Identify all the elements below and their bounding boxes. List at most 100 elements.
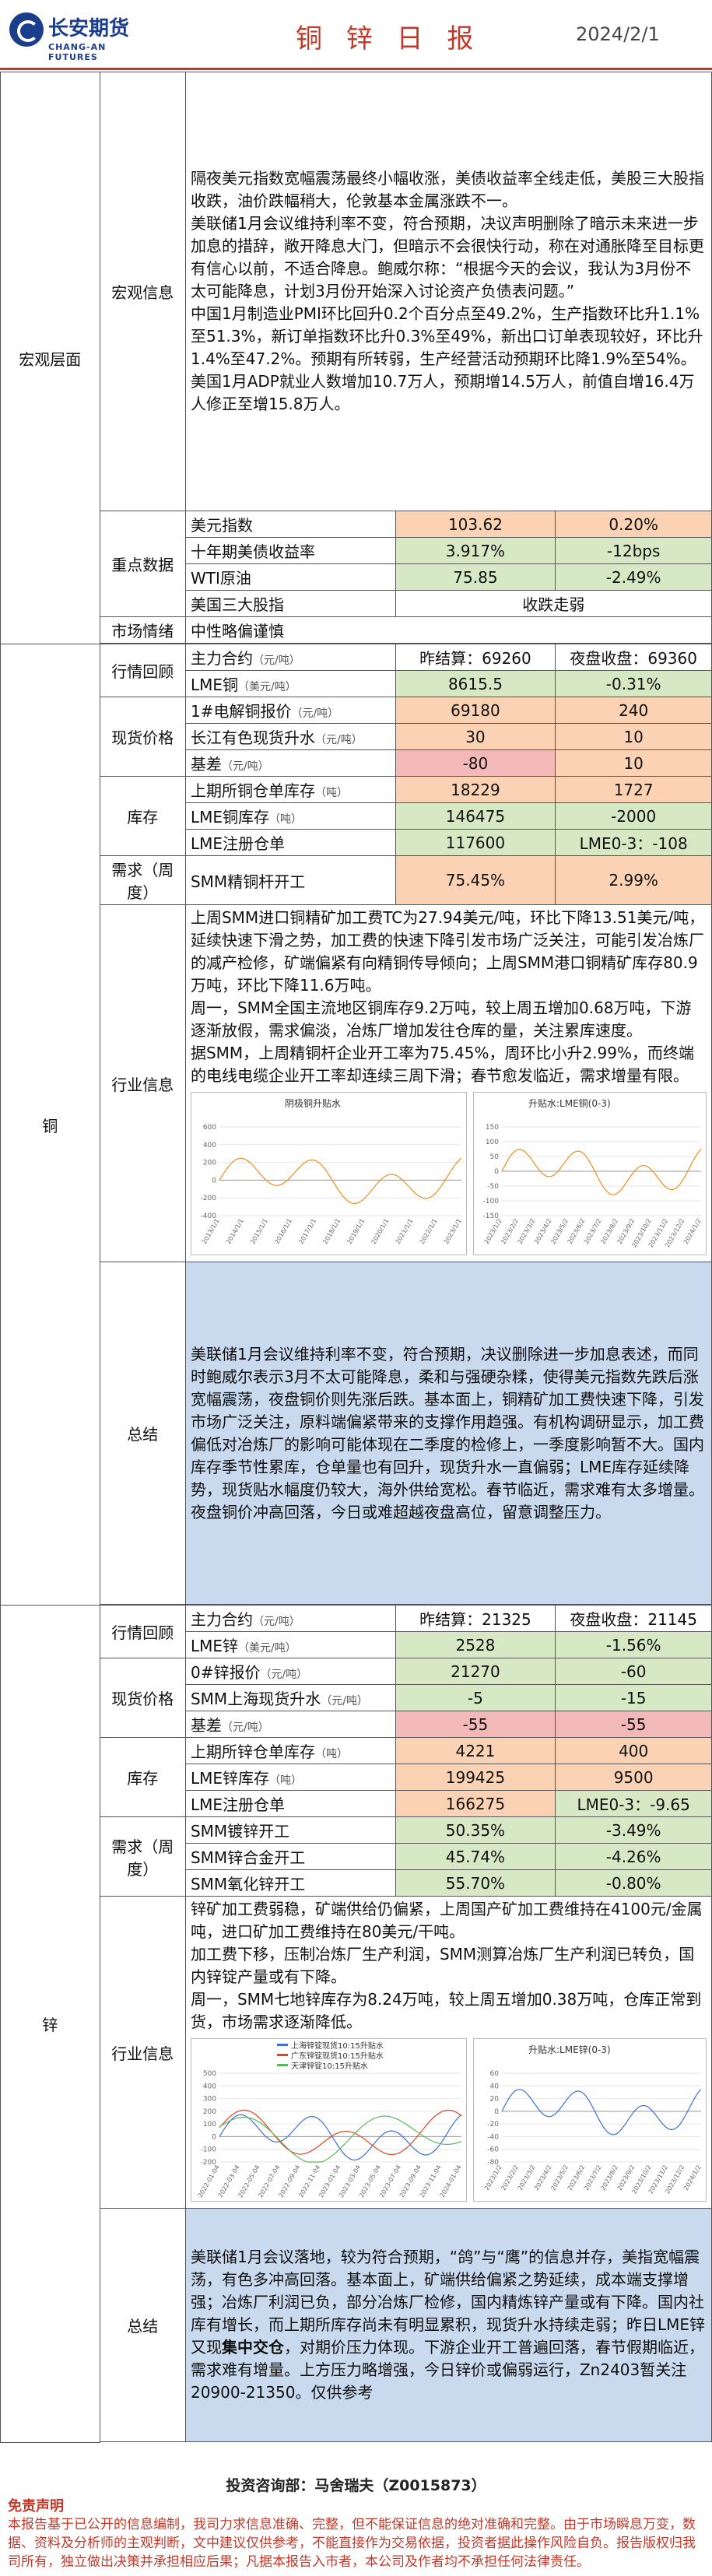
x-tick-label: 2015/1/1	[249, 1218, 269, 1246]
y-tick-label: 150	[486, 1124, 499, 1132]
chart-title: 阴极铜升贴水	[285, 1097, 341, 1109]
report-footer: 投资咨询部：马舍瑞夫（Z0015873） 免责声明 本报告基于已公开的信息编制，…	[0, 2446, 712, 2576]
macro-para: 美国1月ADP就业人数增加10.7万人，预期增14.5万人，前值自增16.4万人…	[190, 372, 695, 413]
spot-row-change: 10	[555, 749, 712, 777]
y-tick-label: 400	[203, 1142, 216, 1149]
spot-row-name: 基差（元/吨）	[184, 1711, 396, 1738]
spot-row-value: 21270	[395, 1658, 556, 1685]
stock-row-value: 146475	[395, 802, 556, 830]
y-tick-label: 0	[494, 2108, 499, 2116]
review-row-value: 2528	[395, 1631, 556, 1658]
y-tick-label: -200	[201, 1195, 217, 1202]
x-tick-label: 2020/1/1	[370, 1218, 391, 1246]
x-tick-label: 2014/1/1	[225, 1218, 245, 1246]
zinc-premium-chart: 上海锌锭现货10:15升贴水 广东锌锭现货10:15升贴水 天津锌锭10:15升…	[190, 2038, 467, 2202]
copper-premium-chart: 阴极铜升贴水 6004002000-200-4002013/1/1 2014/1/…	[190, 1092, 467, 1255]
industry-para: 锌矿加工费弱稳，矿端供给仍偏紧，上周国产矿加工费维持在4100元/金属吨，进口矿…	[190, 1900, 703, 1941]
y-tick-label: 200	[203, 1160, 216, 1167]
y-tick-label: 50	[490, 1153, 500, 1161]
copper-summary-text: 美联储1月会议维持利率不变，符合预期，决议删除进一步加息表述，而同时鲍威尔表示3…	[184, 1262, 712, 1605]
macro-category: 宏观层面	[0, 72, 100, 644]
industry-para: 加工费下移，压制冶炼厂生产利润，SMM测算冶炼厂生产利润已转负，国内锌锭产量或有…	[190, 1945, 695, 1986]
y-tick-label: -50	[487, 1183, 499, 1191]
chart-legend: 上海锌锭现货10:15升贴水 广东锌锭现货10:15升贴水 天津锌锭10:15升…	[276, 2041, 384, 2071]
spot-row-value: -55	[395, 1711, 556, 1738]
legend-swatch	[276, 2064, 288, 2066]
key-row-change: 0.20%	[555, 511, 712, 538]
macro-info-text: 隔夜美元指数宽幅震荡最终小幅收涨，美债收益率全线走低，美股三大股指收跌，油价跌幅…	[184, 72, 712, 511]
key-row-value: 103.62	[395, 511, 556, 538]
y-tick-label: 200	[203, 2108, 216, 2116]
x-tick-label: 2022/1/1	[419, 1218, 439, 1246]
copper-spot-label: 现货价格	[99, 697, 186, 777]
company-logo: 长安期货 CHANG-AN FUTURES	[9, 8, 142, 62]
key-row-name: 美国三大股指	[184, 590, 396, 617]
y-tick-label: 100	[486, 1139, 499, 1146]
report-header: 长安期货 CHANG-AN FUTURES 铜 锌 日 报 2024/2/1	[0, 0, 712, 70]
y-tick-label: 20	[490, 2096, 500, 2104]
review-row-name: LME铜（美元/吨）	[184, 670, 396, 697]
stock-row-change: -2000	[555, 802, 712, 830]
key-row-name: WTI原油	[184, 563, 396, 591]
spot-row-value: 30	[395, 723, 556, 750]
stock-row-name: 上期所铜仓单库存（吨）	[184, 776, 396, 803]
zinc-category: 锌	[0, 1605, 100, 2443]
demand-row-change: 2.99%	[555, 855, 712, 905]
demand-row-change: -0.80%	[555, 1869, 712, 1897]
review-row-name: 主力合约（元/吨）	[184, 644, 396, 671]
industry-para: 周一，SMM全国主流地区铜库存9.2万吨，较上周五增加0.68万吨，下游逐渐放假…	[190, 998, 692, 1040]
stock-row-change: LME0-3：-108	[555, 829, 712, 856]
sentiment-value: 中性略偏谨慎	[184, 616, 712, 644]
stock-row-name: LME注册仓单	[184, 829, 396, 856]
spot-row-name: 长江有色现货升水（元/吨）	[184, 723, 396, 750]
key-row-value: 收跌走弱	[395, 590, 712, 617]
spot-row-value: 69180	[395, 697, 556, 724]
macro-key-label: 重点数据	[99, 511, 186, 617]
y-tick-label: 0	[494, 1168, 499, 1176]
key-row-value: 3.917%	[395, 537, 556, 564]
review-row-change: -1.56%	[555, 1631, 712, 1658]
demand-row-value: 45.74%	[395, 1843, 556, 1870]
copper-review-label: 行情回顾	[99, 644, 186, 697]
stock-row-value: 166275	[395, 1790, 556, 1817]
stock-row-name: LME注册仓单	[184, 1790, 396, 1817]
stock-row-value: 18229	[395, 776, 556, 803]
demand-row-value: 75.45%	[395, 855, 556, 905]
legend-label: 上海锌锭现货10:15升贴水	[291, 2041, 384, 2051]
stock-row-value: 117600	[395, 829, 556, 856]
review-row-value: 8615.5	[395, 670, 556, 697]
contact-info: 投资咨询部：马舍瑞夫（Z0015873）	[226, 2477, 486, 2494]
series-line	[219, 1157, 462, 1205]
y-tick-label: 40	[490, 2083, 500, 2090]
stock-row-value: 199425	[395, 1764, 556, 1791]
copper-industry-label: 行业信息	[99, 904, 186, 1262]
key-row-change: -12bps	[555, 537, 712, 564]
y-tick-label: 60	[490, 2070, 500, 2078]
legend-swatch	[276, 2044, 288, 2046]
zinc-review-label: 行情回顾	[99, 1605, 186, 1658]
stock-row-value: 4221	[395, 1737, 556, 1764]
stock-row-change: 1727	[555, 776, 712, 803]
y-tick-label: -60	[487, 2146, 499, 2154]
macro-para: 中国1月制造业PMI环比回升0.2个百分点至49.2%，生产指数环比升1.1%至…	[190, 304, 703, 368]
x-tick-label: 2021/1/1	[395, 1218, 415, 1246]
zinc-industry-text: 锌矿加工费弱稳，矿端供给仍偏紧，上周国产矿加工费维持在4100元/金属吨，进口矿…	[184, 1896, 712, 2209]
stock-row-change: 400	[555, 1737, 712, 1764]
demand-row-name: SMM锌合金开工	[184, 1843, 396, 1870]
zinc-charts: 上海锌锭现货10:15升贴水 广东锌锭现货10:15升贴水 天津锌锭10:15升…	[190, 2034, 707, 2206]
copper-summary-label: 总结	[99, 1262, 186, 1605]
chart-title: 升贴水:LME锌(0-3)	[528, 2044, 611, 2055]
sentiment-label: 市场情绪	[99, 616, 186, 644]
key-row-change: -2.49%	[555, 563, 712, 591]
copper-category: 铜	[0, 644, 100, 1606]
demand-row-change: -4.26%	[555, 1843, 712, 1870]
copper-demand-label: 需求（周度）	[99, 855, 186, 905]
spot-row-change: 240	[555, 697, 712, 724]
macro-para: 美联储1月会议维持利率不变，符合预期，决议声明删除了暗示未来进一步加息的措辞，敞…	[190, 214, 704, 300]
x-tick-label: 2019/1/1	[346, 1218, 367, 1246]
review-row-name: 主力合约（元/吨）	[184, 1605, 396, 1632]
key-row-value: 75.85	[395, 563, 556, 591]
demand-row-name: SMM氧化锌开工	[184, 1869, 396, 1897]
x-tick-label: 2018/1/1	[321, 1218, 342, 1246]
review-row-value: 昨结算：69260	[395, 644, 556, 671]
